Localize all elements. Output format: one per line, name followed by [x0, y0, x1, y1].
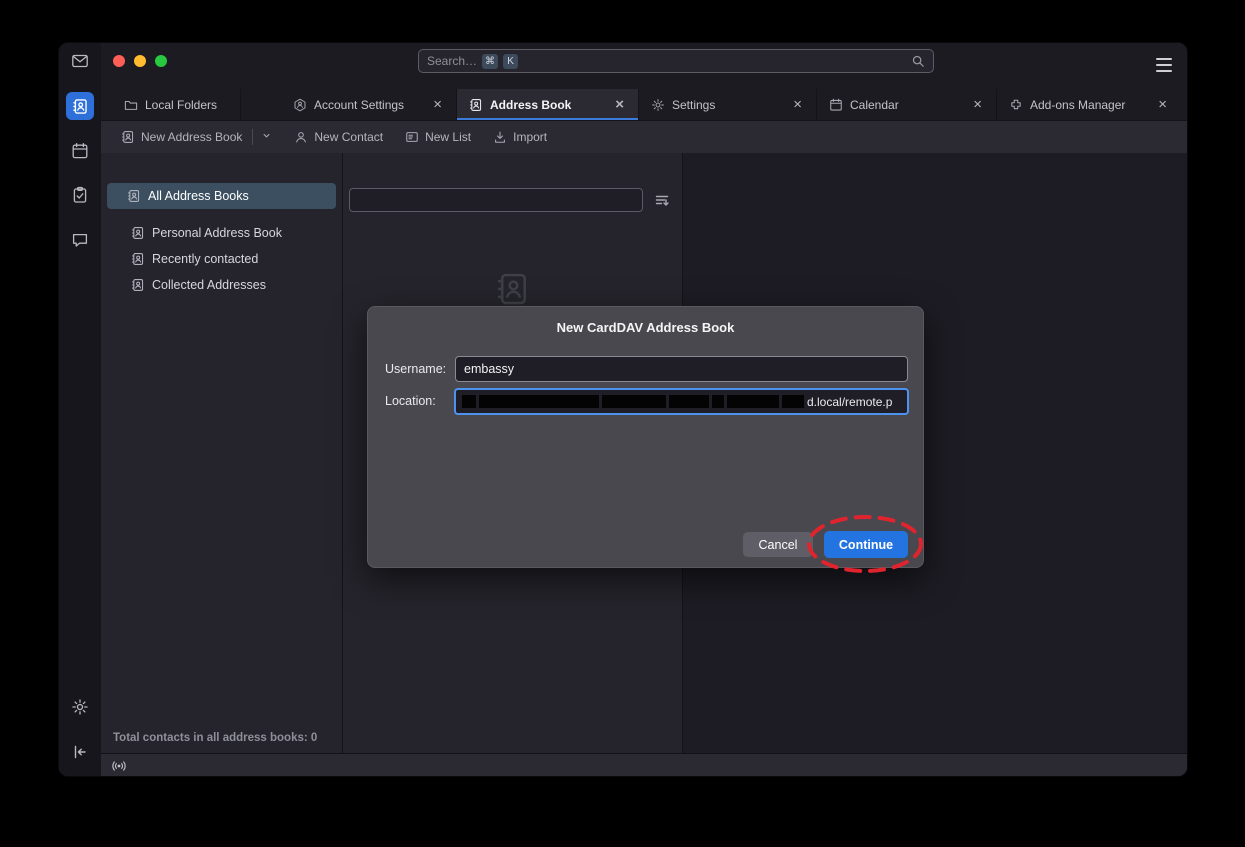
cancel-button[interactable]: Cancel: [743, 532, 813, 557]
chat-space-icon[interactable]: [71, 231, 89, 249]
search-icon: [911, 54, 925, 68]
address-book-icon: [131, 226, 145, 240]
address-book-row-collected[interactable]: Collected Addresses: [107, 272, 336, 298]
address-book-toolbar: New Address Book New Contact New List: [101, 121, 1187, 153]
spaces-toolbar: [59, 43, 101, 777]
tasks-space-icon[interactable]: [71, 186, 89, 204]
calendar-icon: [829, 98, 843, 112]
desktop: Search… ⌘ K Local Folders Account Se: [0, 0, 1245, 847]
search-placeholder: Search…: [427, 54, 477, 68]
tab-label: Calendar: [850, 98, 899, 112]
empty-list-address-book-icon: [495, 271, 531, 307]
address-book-icon: [131, 278, 145, 292]
new-carddav-dialog: New CardDAV Address Book Username: Locat…: [367, 306, 924, 568]
calendar-space-icon[interactable]: [71, 142, 89, 160]
dialog-title: New CardDAV Address Book: [368, 320, 923, 335]
chevron-down-icon[interactable]: [261, 130, 272, 144]
close-tab-icon[interactable]: ×: [613, 97, 626, 112]
tab-label: Settings: [672, 98, 715, 112]
redaction-bar: [712, 395, 724, 408]
app-menu-icon[interactable]: [1156, 58, 1172, 72]
settings-gear-icon[interactable]: [71, 698, 89, 716]
account-icon: [293, 98, 307, 112]
new-list-icon: [405, 130, 419, 144]
broadcast-status-icon: [110, 757, 128, 775]
gear-icon: [651, 98, 665, 112]
new-contact-button[interactable]: New Contact: [286, 126, 391, 148]
close-tab-icon[interactable]: ×: [971, 97, 984, 112]
import-icon: [493, 130, 507, 144]
button-label: New List: [425, 130, 471, 144]
address-book-icon: [469, 98, 483, 112]
button-label: Import: [513, 130, 547, 144]
close-window-button[interactable]: [113, 55, 125, 67]
cmd-key-badge: ⌘: [482, 54, 498, 69]
address-book-icon: [121, 130, 135, 144]
address-book-row-personal[interactable]: Personal Address Book: [107, 220, 336, 246]
mail-space-icon[interactable]: [71, 52, 89, 70]
location-visible-text: d.local/remote.p: [807, 395, 892, 409]
address-book-icon: [72, 98, 89, 115]
new-address-book-button[interactable]: New Address Book: [113, 125, 280, 149]
tab-label: Local Folders: [145, 98, 217, 112]
puzzle-icon: [1009, 98, 1023, 112]
tab-label: Address Book: [490, 98, 571, 112]
row-label: Recently contacted: [152, 252, 258, 266]
titlebar: Search… ⌘ K: [101, 43, 1187, 89]
row-label: Personal Address Book: [152, 226, 282, 240]
location-label: Location:: [385, 394, 436, 408]
continue-button[interactable]: Continue: [824, 531, 908, 558]
address-book-row-recent[interactable]: Recently contacted: [107, 246, 336, 272]
new-contact-icon: [294, 130, 308, 144]
tab-label: Account Settings: [314, 98, 404, 112]
tab-local-folders[interactable]: Local Folders: [101, 89, 241, 120]
total-contacts-status: Total contacts in all address books: 0: [113, 732, 317, 744]
collapse-spaces-icon[interactable]: [71, 743, 89, 761]
minimize-window-button[interactable]: [134, 55, 146, 67]
divider: [252, 129, 253, 145]
tab-addons-manager[interactable]: Add-ons Manager ×: [997, 89, 1181, 120]
tab-address-book[interactable]: Address Book ×: [457, 89, 639, 120]
close-tab-icon[interactable]: ×: [1156, 97, 1169, 112]
new-list-button[interactable]: New List: [397, 126, 479, 148]
close-tab-icon[interactable]: ×: [431, 97, 444, 112]
display-options-icon[interactable]: [654, 192, 670, 208]
row-label: Collected Addresses: [152, 278, 266, 292]
redaction-bar: [479, 395, 599, 408]
contacts-search-input[interactable]: [349, 188, 643, 212]
address-book-icon: [131, 252, 145, 266]
thunderbird-window: Search… ⌘ K Local Folders Account Se: [58, 42, 1188, 777]
import-button[interactable]: Import: [485, 126, 555, 148]
redaction-bar: [669, 395, 709, 408]
address-books-pane: All Address Books Personal Address Book …: [101, 153, 343, 753]
redaction-bar: [782, 395, 804, 408]
redaction-bar: [602, 395, 666, 408]
button-label: New Contact: [314, 130, 383, 144]
zoom-window-button[interactable]: [155, 55, 167, 67]
k-key-badge: K: [503, 54, 518, 69]
location-input[interactable]: d.local/remote.p: [454, 388, 909, 415]
address-book-space-button[interactable]: [66, 92, 94, 120]
row-label: All Address Books: [148, 189, 249, 203]
folder-icon: [124, 98, 138, 112]
traffic-lights: [113, 55, 167, 67]
redaction-bar: [462, 395, 476, 408]
tab-calendar[interactable]: Calendar ×: [817, 89, 997, 120]
global-search-field[interactable]: Search… ⌘ K: [418, 49, 934, 73]
tab-account-settings[interactable]: Account Settings ×: [241, 89, 457, 120]
username-label: Username:: [385, 362, 446, 376]
username-input[interactable]: [455, 356, 908, 382]
button-label: New Address Book: [141, 130, 242, 144]
window-status-bar: [101, 753, 1187, 777]
close-tab-icon[interactable]: ×: [791, 97, 804, 112]
address-book-row-all[interactable]: All Address Books: [107, 183, 336, 209]
redaction-bar: [727, 395, 779, 408]
tab-label: Add-ons Manager: [1030, 98, 1125, 112]
address-book-icon: [127, 189, 141, 203]
tab-bar: Local Folders Account Settings × Address…: [101, 89, 1187, 121]
tab-settings[interactable]: Settings ×: [639, 89, 817, 120]
